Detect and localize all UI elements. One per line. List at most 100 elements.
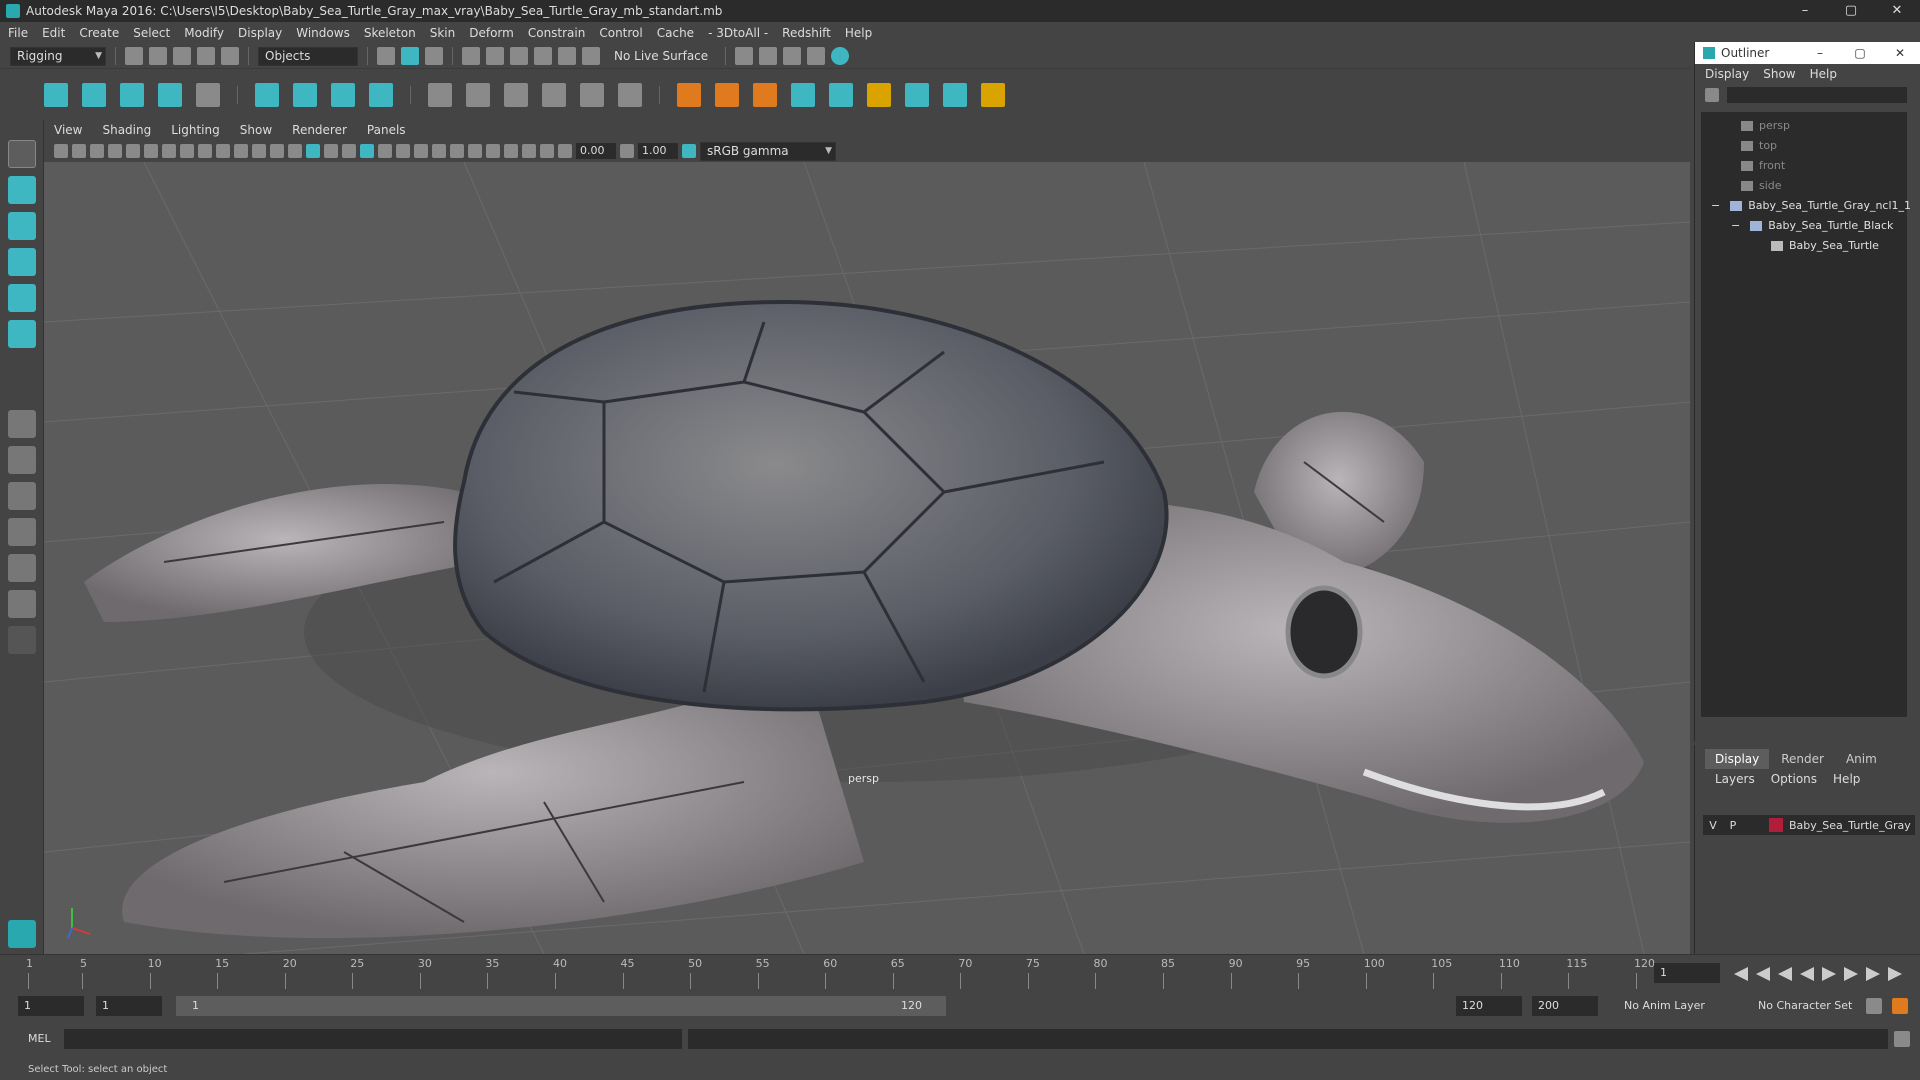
go-to-start-icon[interactable]: [1734, 967, 1748, 981]
field-chart-icon[interactable]: [234, 144, 248, 158]
xray-icon[interactable]: [504, 144, 518, 158]
outliner-close-button[interactable]: ✕: [1880, 42, 1920, 64]
layer-playback-toggle[interactable]: P: [1723, 819, 1743, 832]
layer-row[interactable]: V P Baby_Sea_Turtle_Gray: [1703, 815, 1915, 835]
scale-tool-icon[interactable]: [8, 320, 36, 348]
wireframe-icon[interactable]: [288, 144, 302, 158]
menu-display[interactable]: Display: [238, 26, 282, 40]
grid-icon[interactable]: [162, 144, 176, 158]
command-input[interactable]: [64, 1029, 682, 1049]
layer-visibility-toggle[interactable]: V: [1703, 819, 1723, 832]
lattice-icon[interactable]: [293, 82, 317, 107]
play-backwards-icon[interactable]: [1800, 967, 1814, 981]
close-button[interactable]: ✕: [1874, 0, 1920, 22]
anim-layer-dropdown[interactable]: No Anim Layer: [1618, 996, 1742, 1016]
menu-cache[interactable]: Cache: [657, 26, 694, 40]
textured-icon[interactable]: [360, 144, 374, 158]
collapse-toggle-icon[interactable]: −: [1711, 199, 1720, 212]
single-pane-layout-icon[interactable]: [8, 410, 36, 438]
snap-grid-icon[interactable]: [462, 47, 480, 65]
camera-icon[interactable]: [54, 144, 68, 158]
color-management-icon[interactable]: [682, 144, 696, 158]
detach-skin-icon[interactable]: [542, 82, 566, 107]
layer-menu-layers[interactable]: Layers: [1715, 772, 1755, 786]
preferences-icon[interactable]: [1892, 998, 1908, 1014]
v-tool-icon[interactable]: [981, 82, 1005, 107]
xray-joints-icon[interactable]: [522, 144, 536, 158]
outliner-item-group[interactable]: − Baby_Sea_Turtle_Gray_ncl1_1: [1711, 196, 1911, 216]
outliner-menu-display[interactable]: Display: [1705, 67, 1749, 81]
ipr-render-icon[interactable]: [783, 47, 802, 65]
xray-components-icon[interactable]: [540, 144, 554, 158]
auto-key-icon[interactable]: [1866, 998, 1882, 1014]
layer-color-swatch[interactable]: [1769, 818, 1783, 832]
move-tool-icon[interactable]: [8, 248, 36, 276]
point-constraint-icon[interactable]: [677, 82, 701, 107]
snap-point-icon[interactable]: [510, 47, 528, 65]
depth-of-field-icon[interactable]: [468, 144, 482, 158]
safe-title-icon[interactable]: [270, 144, 284, 158]
outliner-menu-show[interactable]: Show: [1763, 67, 1795, 81]
snap-curve-icon[interactable]: [486, 47, 504, 65]
tab-render[interactable]: Render: [1771, 749, 1834, 769]
step-back-frame-icon[interactable]: [1778, 967, 1792, 981]
joint-tool-icon[interactable]: [44, 82, 68, 107]
menu-3dtoall[interactable]: - 3DtoAll -: [708, 26, 768, 40]
wrap-icon[interactable]: [331, 82, 355, 107]
paint-weights-icon[interactable]: [466, 82, 490, 107]
orient-joint-icon[interactable]: [196, 82, 220, 107]
time-slider[interactable]: 1 5 10 15 20 25 30 35 40 45 50 55 60 65 70 75 80 85 90 95 10…: [0, 954, 1920, 990]
mirror-joint-icon[interactable]: [158, 82, 182, 107]
quick-rig-icon[interactable]: [905, 82, 929, 107]
menu-control[interactable]: Control: [599, 26, 642, 40]
menu-edit[interactable]: Edit: [42, 26, 65, 40]
blend-shape-icon[interactable]: [369, 82, 393, 107]
character-set-dropdown[interactable]: No Character Set: [1752, 996, 1862, 1016]
exposure-icon[interactable]: [558, 144, 572, 158]
select-tool-icon[interactable]: [8, 140, 36, 168]
command-language-label[interactable]: MEL: [28, 1032, 51, 1045]
maximize-button[interactable]: ▢: [1828, 0, 1874, 22]
safe-action-icon[interactable]: [252, 144, 266, 158]
wireframe-on-shaded-icon[interactable]: [324, 144, 338, 158]
panel-menu-show[interactable]: Show: [240, 123, 272, 137]
snap-surface-icon[interactable]: [558, 47, 576, 65]
outliner-layout-icon[interactable]: [8, 518, 36, 546]
remove-influence-icon[interactable]: [618, 82, 642, 107]
film-gate-icon[interactable]: [180, 144, 194, 158]
outliner-item-top[interactable]: top: [1741, 136, 1777, 156]
perspective-viewport[interactable]: [44, 162, 1690, 954]
add-influence-icon[interactable]: [580, 82, 604, 107]
script-editor-icon[interactable]: [1894, 1031, 1910, 1047]
panel-menu-shading[interactable]: Shading: [102, 123, 151, 137]
select-component-icon[interactable]: [425, 47, 443, 65]
layer-menu-help[interactable]: Help: [1833, 772, 1860, 786]
gamma-icon[interactable]: [620, 144, 634, 158]
panel-menu-renderer[interactable]: Renderer: [292, 123, 347, 137]
anti-aliasing-icon[interactable]: [450, 144, 464, 158]
color-space-dropdown[interactable]: sRGB gamma ▼: [700, 141, 836, 161]
outliner-maximize-button[interactable]: ▢: [1840, 42, 1880, 64]
gate-mask-icon[interactable]: [216, 144, 230, 158]
exposure-field[interactable]: 0.00: [576, 143, 616, 159]
graph-layout-icon[interactable]: [8, 554, 36, 582]
menu-help[interactable]: Help: [845, 26, 872, 40]
lasso-tool-icon[interactable]: [8, 176, 36, 204]
layer-menu-options[interactable]: Options: [1771, 772, 1817, 786]
open-scene-icon[interactable]: [149, 47, 167, 65]
bookmark-icon[interactable]: [90, 144, 104, 158]
ik-handle-icon[interactable]: [82, 82, 106, 107]
menu-file[interactable]: File: [8, 26, 28, 40]
outliner-menu-help[interactable]: Help: [1810, 67, 1837, 81]
menu-windows[interactable]: Windows: [296, 26, 350, 40]
menu-skeleton[interactable]: Skeleton: [364, 26, 416, 40]
render-view-icon[interactable]: [735, 47, 754, 65]
grease-pencil-icon[interactable]: [144, 144, 158, 158]
aim-constraint-icon[interactable]: [715, 82, 739, 107]
paint-select-icon[interactable]: [8, 212, 36, 240]
use-lights-icon[interactable]: [378, 144, 392, 158]
panel-menu-panels[interactable]: Panels: [367, 123, 406, 137]
four-pane-layout-icon[interactable]: [8, 446, 36, 474]
live-surface-label[interactable]: No Live Surface: [606, 49, 716, 63]
render-frame-icon[interactable]: [759, 47, 778, 65]
